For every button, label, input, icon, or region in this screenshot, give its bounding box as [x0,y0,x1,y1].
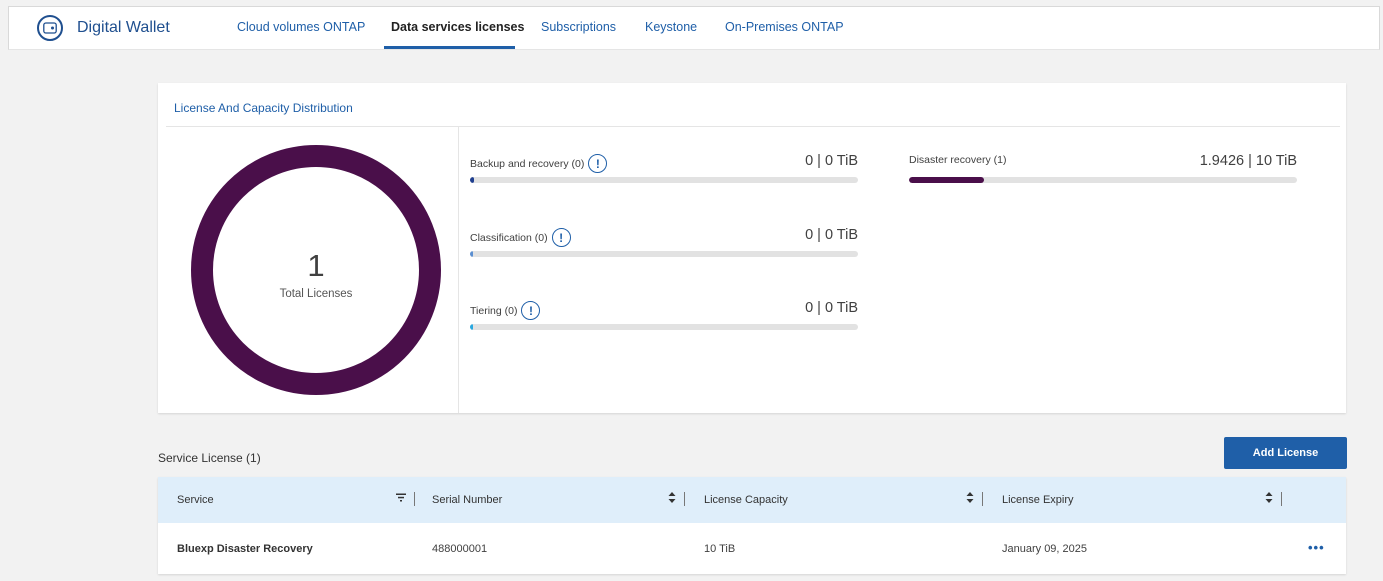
column-divider [414,492,415,506]
divider [166,126,1340,127]
progress-bar [470,251,858,257]
card-title: License And Capacity Distribution [174,101,353,115]
metric-value: 0 | 0 TiB [805,227,858,243]
column-divider [684,492,685,506]
progress-fill [470,324,474,330]
cell-service: Bluexp Disaster Recovery [177,543,313,555]
info-icon[interactable]: ! [588,154,608,173]
column-divider [982,492,983,506]
tab-on-premises-ontap[interactable]: On-Premises ONTAP [725,20,844,34]
column-header-serial-number[interactable]: Serial Number [432,494,502,506]
metric-value: 1.9426 | 10 TiB [1199,153,1297,169]
cell-serial-number: 488000001 [432,543,488,555]
progress-fill [470,251,474,257]
metric-label: Tiering (0) [470,304,518,317]
add-license-button[interactable]: Add License [1224,437,1347,469]
metric-label: Classification (0) [470,231,548,244]
info-icon[interactable]: ! [521,301,541,320]
active-tab-indicator [384,46,515,49]
metric-backup-and-recovery: Backup and recovery (0) ! 0 | 0 TiB [470,148,858,198]
column-header-license-capacity[interactable]: License Capacity [704,494,788,506]
sort-icon[interactable] [1265,492,1273,506]
tab-cloud-volumes-ontap[interactable]: Cloud volumes ONTAP [237,20,365,34]
wallet-icon [37,15,63,41]
total-licenses-label: Total Licenses [279,288,353,300]
progress-bar [909,177,1297,183]
tab-subscriptions[interactable]: Subscriptions [541,20,616,34]
top-navigation-bar: Digital Wallet Cloud volumes ONTAP Data … [8,6,1380,50]
metric-classification: Classification (0) ! 0 | 0 TiB [470,222,858,272]
license-distribution-card: License And Capacity Distribution 1 Tota… [158,83,1346,413]
progress-fill [909,177,985,183]
more-icon[interactable]: ••• [1308,540,1325,555]
tab-keystone[interactable]: Keystone [645,20,697,34]
service-license-table: Service Serial Number License Capacity L… [158,477,1346,574]
metric-value: 0 | 0 TiB [805,300,858,316]
brand: Digital Wallet [37,15,170,41]
tab-data-services-licenses[interactable]: Data services licenses [391,20,524,34]
metric-label: Disaster recovery (1) [909,154,1007,166]
metric-value: 0 | 0 TiB [805,153,858,169]
column-divider [1281,492,1282,506]
progress-bar [470,177,858,183]
metric-disaster-recovery: Disaster recovery (1) 1.9426 | 10 TiB [909,148,1297,198]
progress-bar [470,324,858,330]
filter-icon[interactable] [396,493,406,505]
service-license-title: Service License (1) [158,451,261,465]
sort-icon[interactable] [966,492,974,506]
column-header-service[interactable]: Service [177,494,214,506]
app-title: Digital Wallet [77,19,170,36]
info-icon[interactable]: ! [551,228,571,247]
cell-license-expiry: January 09, 2025 [1002,543,1088,555]
metric-label: Backup and recovery (0) [470,157,585,170]
metric-tiering: Tiering (0) ! 0 | 0 TiB [470,295,858,345]
column-header-license-expiry[interactable]: License Expiry [1002,494,1074,506]
total-licenses-count: 1 [307,248,325,283]
cell-license-capacity: 10 TiB [704,543,736,555]
sort-icon[interactable] [668,492,676,506]
progress-fill [470,177,474,183]
